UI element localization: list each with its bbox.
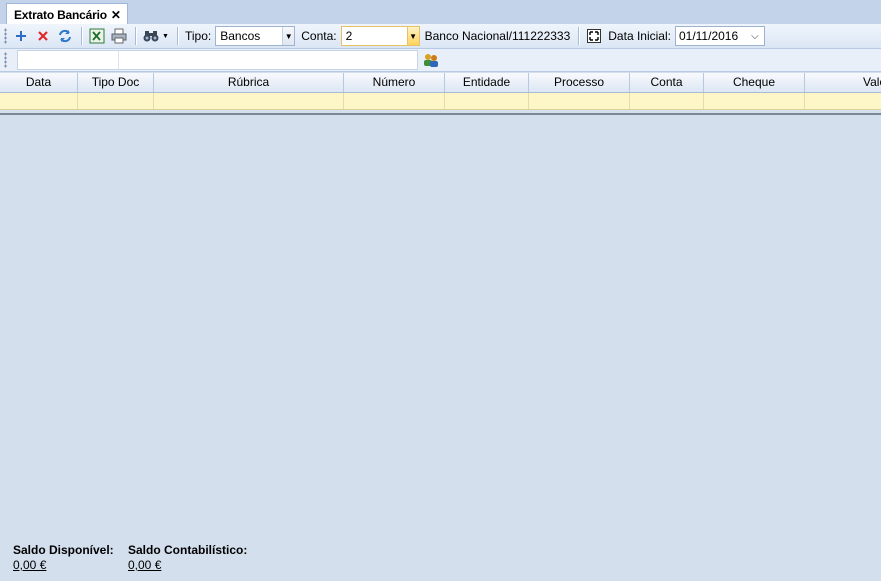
chevron-down-icon[interactable]: ⌵ bbox=[746, 31, 764, 42]
toolbar: ▼ Tipo: Bancos ▼ Conta: 2 ▼ Banco Nacion… bbox=[0, 24, 881, 49]
column-header-rubrica[interactable]: Rúbrica bbox=[154, 73, 344, 92]
filter-cell-tipo-doc[interactable] bbox=[78, 93, 154, 109]
filter-cell-rubrica[interactable] bbox=[154, 93, 344, 109]
filter-cell-valor[interactable] bbox=[805, 93, 881, 109]
tab-extrato-bancario[interactable]: Extrato Bancário ✕ bbox=[6, 3, 128, 25]
filter-bar bbox=[0, 49, 881, 72]
delete-icon bbox=[38, 31, 48, 41]
auto-filter-row bbox=[0, 93, 881, 110]
tab-strip: Extrato Bancário ✕ bbox=[0, 0, 881, 25]
data-inicial-label: Data Inicial: bbox=[608, 29, 671, 43]
add-button[interactable] bbox=[11, 26, 31, 46]
saldo-contabilistico-value[interactable]: 0,00 € bbox=[128, 558, 247, 572]
column-header-numero[interactable]: Número bbox=[344, 73, 445, 92]
saldo-contabilistico-label: Saldo Contabilístico: bbox=[128, 543, 248, 557]
toolbar-separator bbox=[81, 27, 83, 45]
saldo-disponivel: Saldo Disponível: 0,00 € bbox=[13, 543, 114, 572]
saldo-disponivel-value[interactable]: 0,00 € bbox=[13, 558, 114, 572]
export-excel-button[interactable] bbox=[87, 26, 107, 46]
conta-label: Conta: bbox=[301, 29, 337, 43]
tipo-select[interactable]: Bancos ▼ bbox=[215, 26, 296, 46]
search-dropdown-button[interactable]: ▼ bbox=[141, 26, 171, 46]
toolbar-separator bbox=[177, 27, 179, 45]
excel-icon bbox=[89, 28, 105, 44]
filter-cell-cheque[interactable] bbox=[704, 93, 805, 109]
data-inicial-picker[interactable]: 01/11/2016 ⌵ bbox=[674, 26, 765, 46]
refresh-icon bbox=[59, 29, 71, 43]
filter-input[interactable] bbox=[17, 50, 418, 70]
chevron-down-icon[interactable]: ▼ bbox=[282, 27, 295, 45]
column-header-data[interactable]: Data bbox=[0, 73, 78, 92]
filter-cell-processo[interactable] bbox=[529, 93, 630, 109]
tipo-label: Tipo: bbox=[185, 29, 212, 43]
saldo-contabilistico: Saldo Contabilístico: 0,00 € bbox=[128, 543, 247, 572]
users-filter-button[interactable] bbox=[423, 53, 439, 70]
tipo-value: Bancos bbox=[220, 29, 261, 43]
saldo-disponivel-label: Saldo Disponível: bbox=[13, 543, 114, 557]
binoculars-icon bbox=[143, 31, 159, 42]
toolbar-grip-icon[interactable] bbox=[4, 28, 7, 44]
data-inicial-value: 01/11/2016 bbox=[678, 29, 739, 43]
column-header-tipo-doc[interactable]: Tipo Doc bbox=[78, 73, 154, 92]
filter-cell-numero[interactable] bbox=[344, 93, 445, 109]
chevron-down-icon: ▼ bbox=[162, 32, 169, 40]
conta-value: 2 bbox=[345, 29, 353, 43]
close-icon[interactable]: ✕ bbox=[111, 8, 121, 22]
toolbar-separator bbox=[578, 27, 581, 45]
column-header-conta[interactable]: Conta bbox=[630, 73, 704, 92]
filter-cell-entidade[interactable] bbox=[445, 93, 529, 109]
column-header-processo[interactable]: Processo bbox=[529, 73, 630, 92]
add-icon bbox=[16, 31, 26, 41]
print-button[interactable] bbox=[109, 26, 129, 46]
refresh-button[interactable] bbox=[55, 26, 75, 46]
grid-divider bbox=[0, 110, 881, 115]
filter-cell-conta[interactable] bbox=[630, 93, 704, 109]
users-icon bbox=[424, 54, 438, 67]
delete-button[interactable] bbox=[33, 26, 53, 46]
filter-cell-data[interactable] bbox=[0, 93, 78, 109]
column-header-cheque[interactable]: Cheque bbox=[704, 73, 805, 92]
conta-select[interactable]: 2 ▼ bbox=[340, 26, 420, 46]
grid-header: Data Tipo Doc Rúbrica Número Entidade Pr… bbox=[0, 73, 881, 93]
column-header-valor[interactable]: Valor bbox=[805, 73, 881, 92]
calendar-expand-button[interactable] bbox=[584, 26, 604, 46]
expand-icon bbox=[587, 29, 602, 43]
toolbar-separator bbox=[135, 27, 137, 45]
tab-title: Extrato Bancário bbox=[14, 7, 107, 22]
column-header-entidade[interactable]: Entidade bbox=[445, 73, 529, 92]
print-icon bbox=[111, 28, 127, 44]
chevron-down-icon[interactable]: ▼ bbox=[406, 27, 419, 45]
bank-info: Banco Nacional/111222333 bbox=[424, 29, 571, 43]
filterbar-grip-icon[interactable] bbox=[4, 52, 7, 68]
